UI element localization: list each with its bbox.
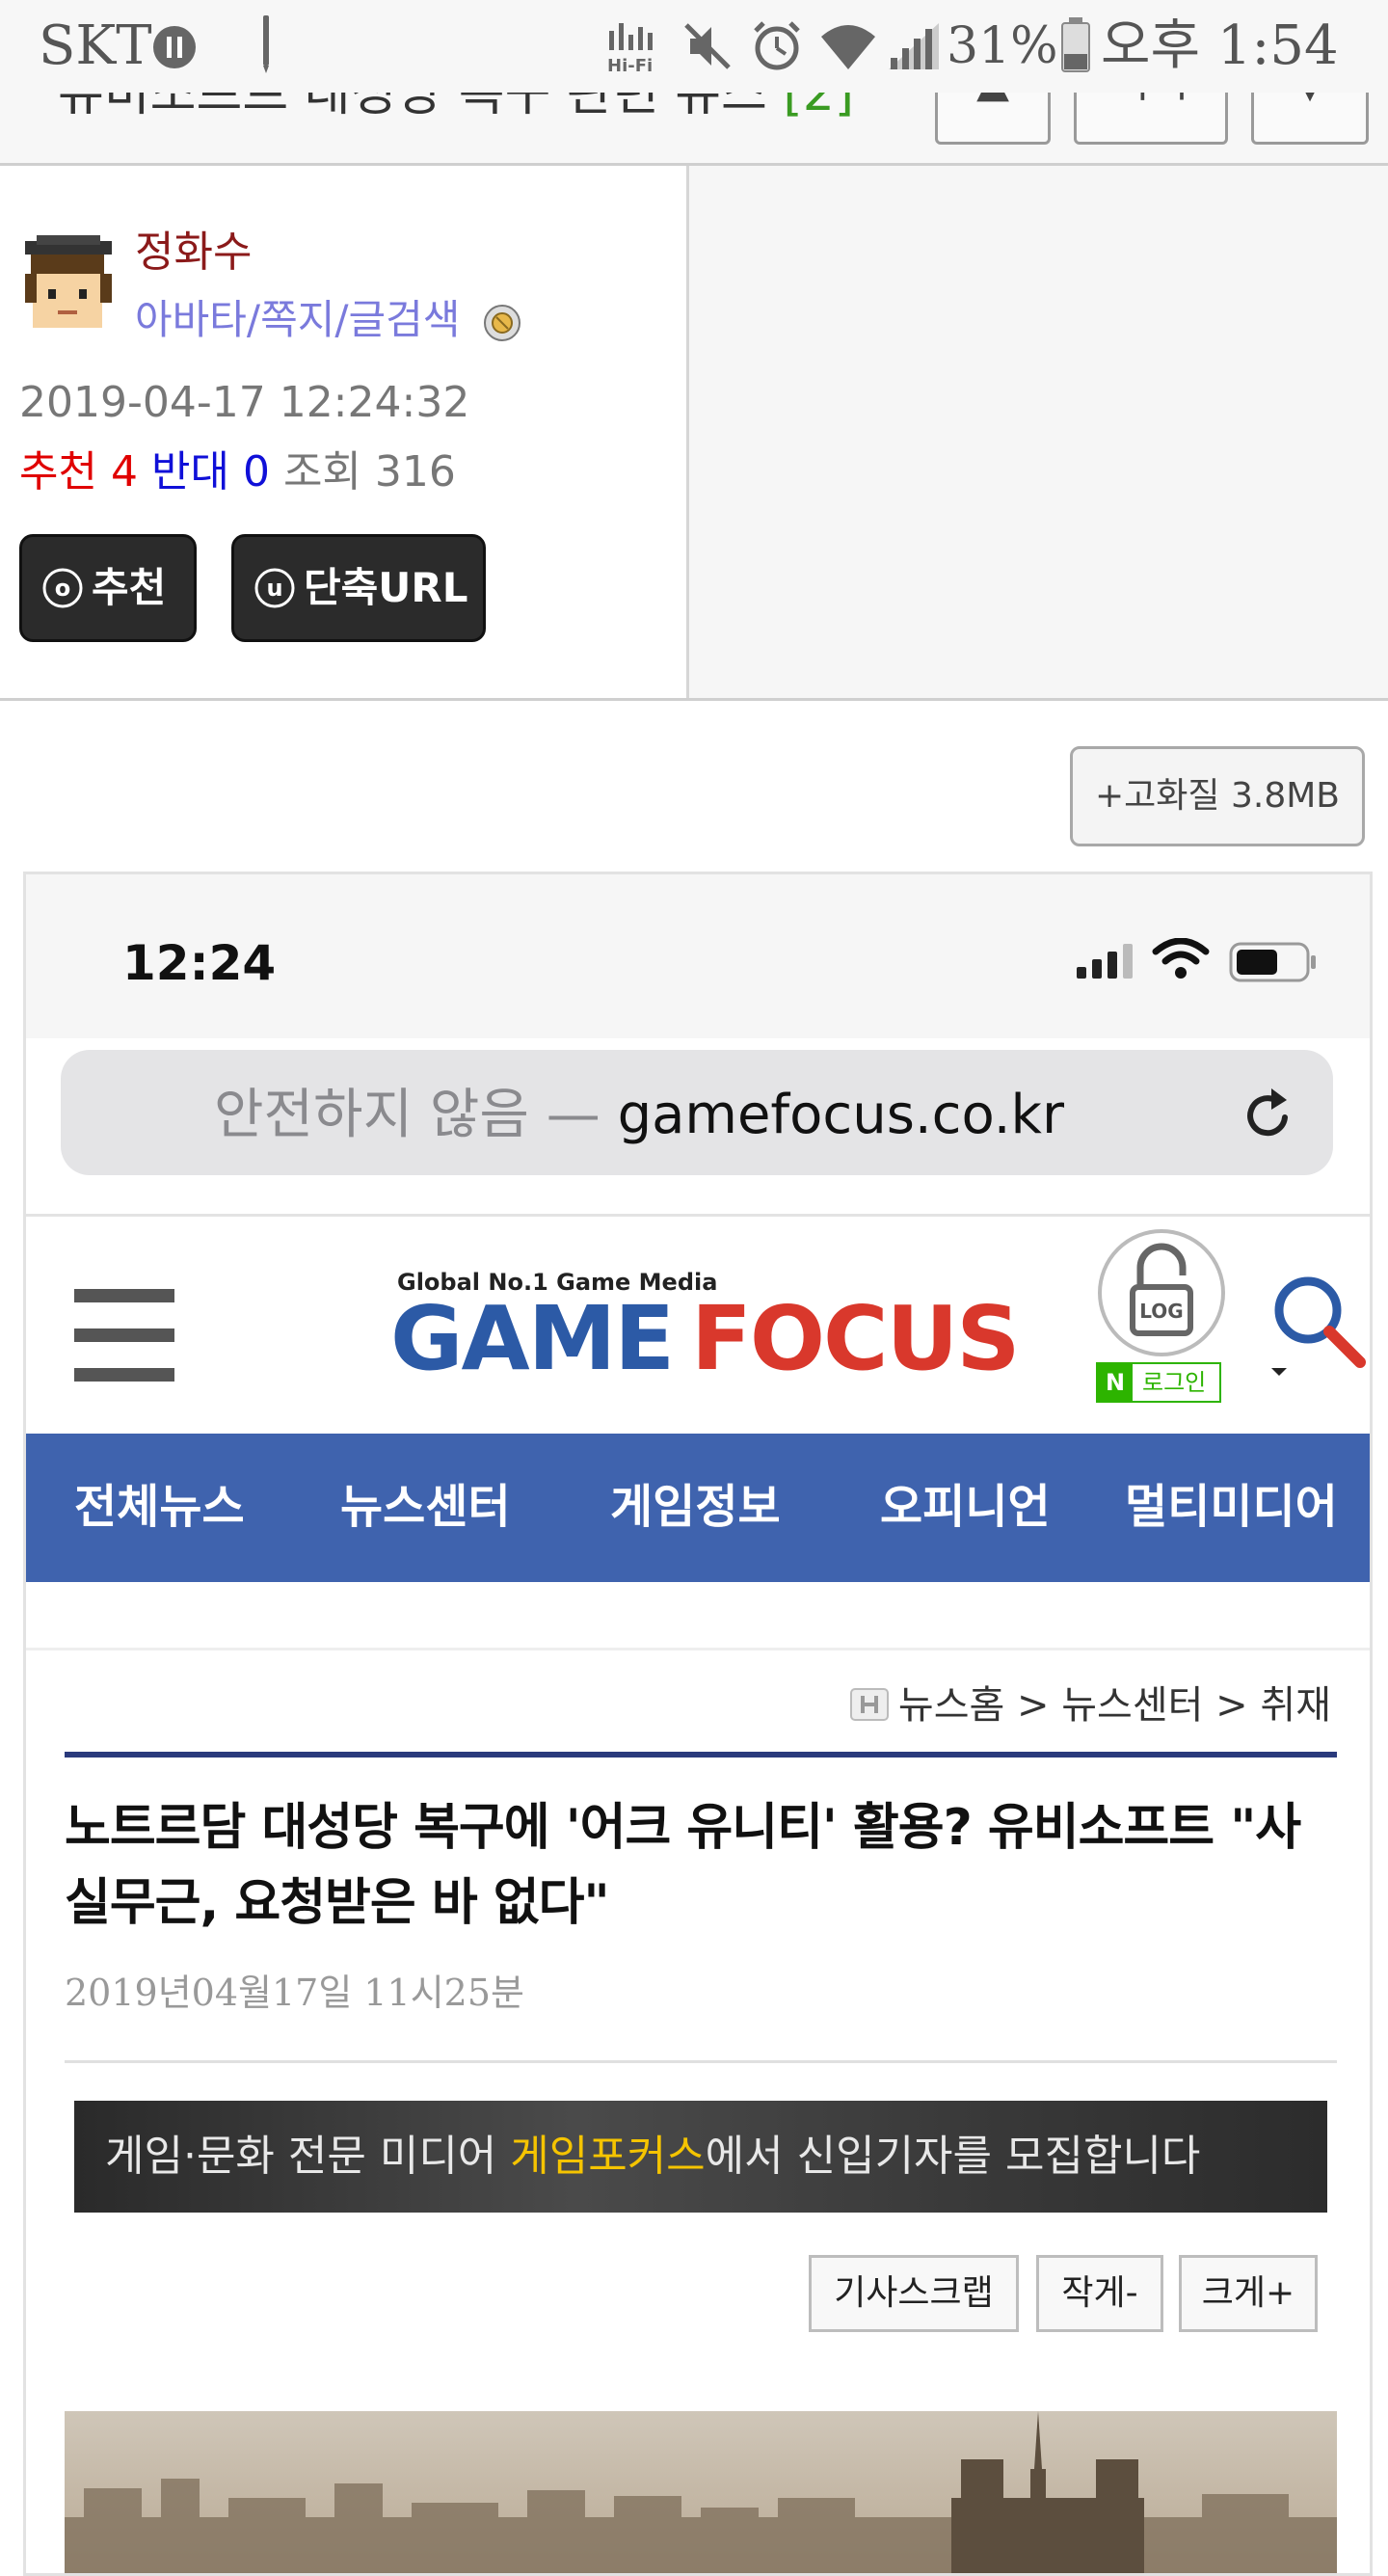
- battery-icon: [1229, 942, 1318, 982]
- home-icon: [849, 1688, 889, 1721]
- recommend-button[interactable]: o 추천: [19, 534, 197, 642]
- nav-game-info[interactable]: 게임정보: [610, 1476, 781, 1538]
- battery-icon: [1060, 17, 1091, 73]
- divider: [65, 2060, 1337, 2063]
- ios-clock: 12:24: [122, 935, 277, 991]
- url-domain: gamefocus.co.kr: [617, 1084, 1064, 1146]
- short-url-icon-letter: u: [266, 575, 282, 602]
- divider: [65, 1752, 1337, 1758]
- author-info: 정화수 아바타/쪽지/글검색 2019-04-17 12:24:32 추천 4 …: [0, 166, 1388, 701]
- views-label: 조회: [282, 447, 361, 496]
- views-count: 316: [374, 447, 456, 496]
- font-smaller-button[interactable]: 작게-: [1036, 2255, 1163, 2332]
- ios-status-bar: 12:24: [26, 874, 1370, 1038]
- site-header: Global No.1 Game Media GAME FOCUS LOG N로…: [26, 1218, 1370, 1434]
- logo-game-text[interactable]: GAME: [390, 1291, 675, 1387]
- nav-opinion[interactable]: 오피니언: [880, 1476, 1051, 1538]
- wifi-icon: [1152, 938, 1210, 980]
- short-url-button[interactable]: u 단축URL: [231, 534, 486, 642]
- battery-percent: 31%: [947, 17, 1058, 75]
- banner-highlight: 게임포커스: [510, 2132, 706, 2181]
- nav-news-center[interactable]: 뉴스센터: [340, 1476, 511, 1538]
- banner-prefix: 게임·문화 전문 미디어: [105, 2132, 511, 2181]
- divider: [26, 1214, 1370, 1217]
- badge-icon: [483, 304, 521, 342]
- post-datetime: 2019-04-17 12:24:32: [19, 378, 470, 427]
- font-bigger-button[interactable]: 크게+: [1179, 2255, 1318, 2332]
- chevron-down-icon: ▼: [1294, 93, 1326, 112]
- site-nav: 전체뉴스 뉴스센터 게임정보 오피니언 멀티미디어: [26, 1434, 1370, 1582]
- address-bar[interactable]: 안전하지 않음 — gamefocus.co.kr: [61, 1050, 1333, 1175]
- logo-focus-text[interactable]: FOCUS: [691, 1291, 1021, 1387]
- pause-icon: [152, 25, 197, 69]
- article-photo: [65, 2411, 1337, 2573]
- insecure-label: 안전하지 않음 —: [214, 1084, 601, 1146]
- oppose-count: 0: [242, 447, 270, 496]
- hifi-icon: Hi-Fi: [605, 21, 663, 75]
- mute-icon: [682, 21, 733, 71]
- divider: [26, 1648, 1370, 1650]
- high-quality-image-button[interactable]: +고화질 3.8MB: [1070, 746, 1365, 846]
- avatar[interactable]: [17, 235, 118, 335]
- svg-text:Hi-Fi: Hi-Fi: [607, 56, 653, 75]
- list-button[interactable]: 목록: [1074, 93, 1228, 145]
- recommend-count: 4: [110, 447, 138, 496]
- recommend-button-label: 추천: [92, 564, 167, 611]
- naver-login-label: 로그인: [1142, 1369, 1207, 1396]
- breadcrumb[interactable]: 뉴스홈 > 뉴스센터 > 취재: [849, 1678, 1331, 1732]
- recruit-banner[interactable]: 게임·문화 전문 미디어 게임포커스에서 신입기자를 모집합니다: [74, 2101, 1327, 2213]
- author-links-text: 아바타/쪽지/글검색: [135, 296, 461, 343]
- arrow-up-icon: ▲: [976, 93, 1009, 112]
- author-side-panel: [686, 166, 1388, 698]
- post-stats: 추천 4 반대 0 조회 316: [19, 445, 456, 499]
- embedded-screenshot[interactable]: 12:24 안전하지 않음 — gamefocus.co.kr Global N…: [23, 872, 1373, 2576]
- cell-signal-icon: [1077, 944, 1138, 979]
- article-date: 2019년04월17일 11시25분: [65, 1972, 525, 2014]
- login-lock-icon[interactable]: LOG: [1094, 1225, 1229, 1360]
- post-title[interactable]: 유비소프트 대성당 복구 관련 뉴스 [2]: [58, 93, 854, 127]
- breadcrumb-text: 뉴스홈 > 뉴스센터 > 취재: [897, 1683, 1331, 1728]
- nav-all-news[interactable]: 전체뉴스: [74, 1476, 245, 1538]
- hamburger-menu-icon[interactable]: [74, 1285, 174, 1385]
- search-icon[interactable]: [1269, 1272, 1366, 1378]
- lock-label: LOG: [1139, 1300, 1183, 1323]
- clock-time: 오후 1:54: [1101, 14, 1339, 77]
- status-bar: SKT Hi-Fi 31% 오후 1:54: [0, 0, 1388, 93]
- carrier-label: SKT: [39, 14, 152, 77]
- wifi-icon: [819, 21, 877, 71]
- banner-suffix: 에서 신입기자를 모집합니다: [705, 2132, 1201, 2181]
- post-header: 유비소프트 대성당 복구 관련 뉴스 [2] ▲ 목록 ▼: [0, 93, 1388, 166]
- article-title: 노트르담 대성당 복구에 '어크 유니티' 활용? 유비소프트 "사실무근, 요…: [65, 1799, 1301, 1932]
- reload-icon[interactable]: [1237, 1085, 1298, 1146]
- scrap-button[interactable]: 기사스크랩: [809, 2255, 1019, 2332]
- naver-n-icon: N: [1098, 1364, 1133, 1401]
- recommend-icon-letter: o: [55, 575, 71, 602]
- circle-o-icon: o: [41, 567, 84, 609]
- nav-multimedia[interactable]: 멀티미디어: [1125, 1476, 1338, 1538]
- post-title-text: 유비소프트 대성당 복구 관련 뉴스: [58, 93, 767, 122]
- author-name[interactable]: 정화수: [135, 226, 252, 280]
- alarm-icon: [750, 19, 804, 73]
- signal-icon: [885, 21, 943, 71]
- scroll-up-button[interactable]: ▲: [935, 93, 1051, 145]
- url-text: 안전하지 않음 — gamefocus.co.kr: [61, 1085, 1217, 1146]
- recommend-label: 추천: [19, 447, 97, 496]
- naver-login-button[interactable]: N 로그인: [1096, 1362, 1221, 1403]
- circle-u-icon: u: [254, 567, 296, 609]
- author-links[interactable]: 아바타/쪽지/글검색: [135, 293, 521, 347]
- list-button-label: 목록: [1112, 93, 1190, 112]
- comment-count: [2]: [783, 93, 855, 122]
- short-url-button-label: 단축URL: [304, 564, 468, 611]
- pen-icon: [258, 15, 274, 73]
- oppose-label: 반대: [150, 447, 229, 496]
- more-button[interactable]: ▼: [1251, 93, 1369, 145]
